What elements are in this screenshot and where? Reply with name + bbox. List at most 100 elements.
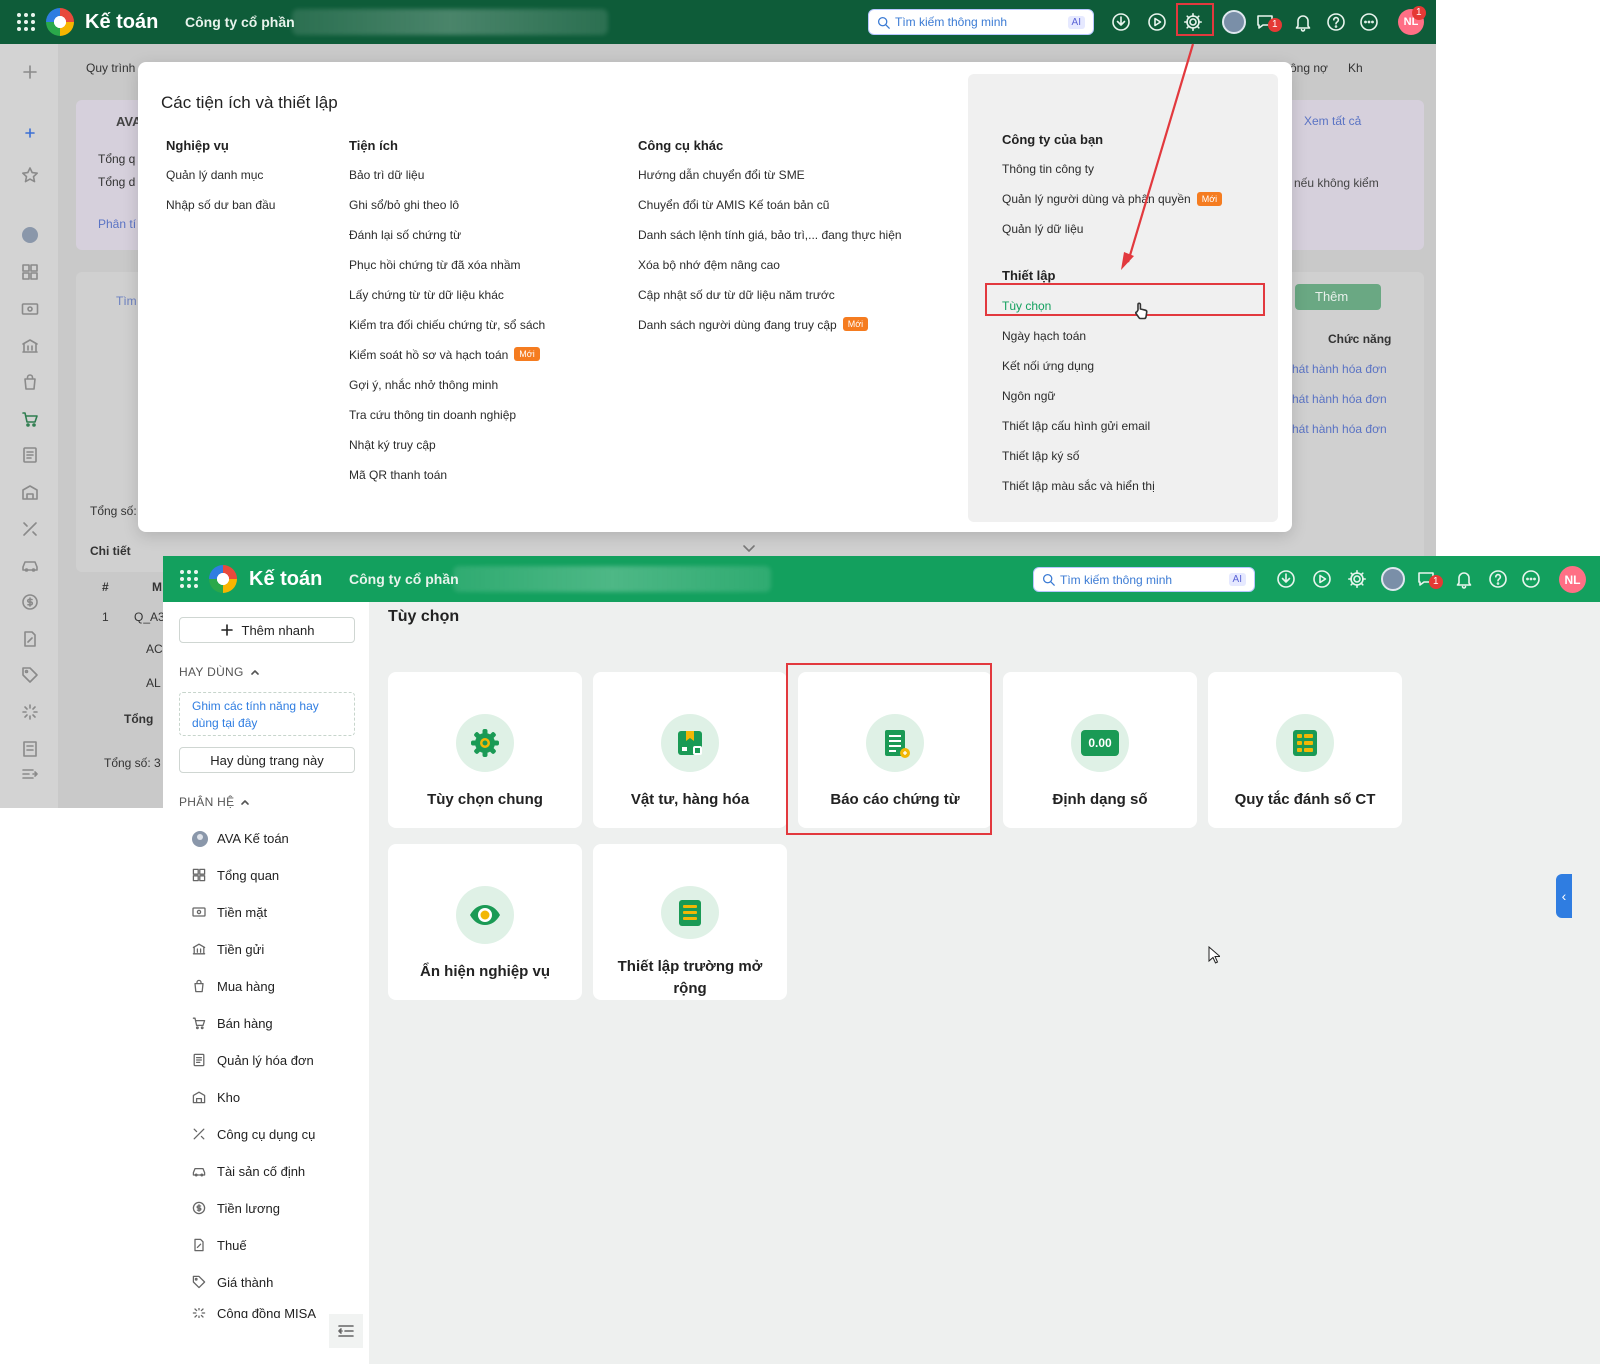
menu-item[interactable]: Ngày hạch toán <box>1002 329 1086 343</box>
tools-icon <box>191 1126 207 1142</box>
plus-icon[interactable] <box>20 62 40 82</box>
help-icon[interactable] <box>1325 11 1347 33</box>
pin-hint[interactable]: Ghim các tính năng hay dùng tại đây <box>179 692 355 736</box>
phan-he-section[interactable]: PHÂN HỆ <box>179 795 250 809</box>
warehouse-icon[interactable] <box>20 482 40 502</box>
smart-search-input[interactable]: Tìm kiếm thông minh AI <box>1033 567 1255 592</box>
sidebar-item-tien-mat[interactable]: Tiền mặt <box>191 904 267 920</box>
hay-dung-section[interactable]: HAY DÙNG <box>179 665 260 679</box>
menu-item[interactable]: Nhật ký truy cập <box>349 437 545 467</box>
menu-item[interactable]: Ghi sổ/bỏ ghi theo lô <box>349 197 545 227</box>
tax-icon[interactable] <box>20 629 40 649</box>
card-vat-tu-hang-hoa[interactable]: Vật tư, hàng hóa <box>593 672 787 828</box>
menu-item[interactable]: Xóa bộ nhớ đệm nâng cao <box>638 257 902 287</box>
play-icon[interactable] <box>1146 11 1168 33</box>
download-icon[interactable] <box>1275 568 1297 590</box>
bell-icon[interactable] <box>1292 11 1314 33</box>
shopping-bag-icon[interactable] <box>20 372 40 392</box>
sidebar-item-thue[interactable]: Thuế <box>191 1237 247 1253</box>
sidebar-item-ava[interactable]: AVA Kế toán <box>191 830 289 847</box>
sidebar-item-cong-dong-misa[interactable]: Cộng đồng MISA <box>191 1308 316 1318</box>
card-thiet-lap-truong-mo-rong[interactable]: Thiết lập trường mở rộng <box>593 844 787 1000</box>
card-dinh-dang-so[interactable]: 0.00 Định dạng số <box>1003 672 1197 828</box>
menu-item[interactable]: Kiểm soát hồ sơ và hạch toán Mới <box>349 347 545 377</box>
settings-gear-icon[interactable] <box>1346 568 1368 590</box>
cart-icon[interactable] <box>20 409 40 429</box>
collapse-sidebar-icon[interactable] <box>329 1314 363 1348</box>
menu-item[interactable]: Quản lý dữ liệu <box>1002 222 1083 236</box>
invoice-icon <box>191 1052 207 1068</box>
price-tag-icon[interactable] <box>20 665 40 685</box>
menu-item[interactable]: Bảo trì dữ liệu <box>349 167 545 197</box>
cash-icon[interactable] <box>20 299 40 319</box>
sidebar-item-quan-ly-hoa-don[interactable]: Quản lý hóa đơn <box>191 1052 314 1068</box>
car-icon[interactable] <box>20 555 40 575</box>
play-icon[interactable] <box>1311 568 1333 590</box>
apps-grid-icon[interactable] <box>180 570 198 588</box>
menu-item[interactable]: Cập nhật số dư từ dữ liệu năm trước <box>638 287 902 317</box>
menu-item[interactable]: Kết nối ứng dụng <box>1002 359 1094 373</box>
dashboard-icon[interactable] <box>20 262 40 282</box>
menu-item[interactable]: Thông tin công ty <box>1002 162 1094 176</box>
salary-icon[interactable] <box>20 592 40 612</box>
right-panel-toggle[interactable]: ‹ <box>1556 874 1572 918</box>
menu-item[interactable]: Thiết lập màu sắc và hiển thị <box>1002 479 1155 493</box>
bank-icon[interactable] <box>20 336 40 356</box>
menu-item[interactable]: Mã QR thanh toán <box>349 467 545 497</box>
menu-item[interactable]: Danh sách người dùng đang truy cập Mới <box>638 317 902 347</box>
sidebar-item-tien-luong[interactable]: Tiền lương <box>191 1200 280 1216</box>
more-icon[interactable] <box>1358 11 1380 33</box>
card-tuy-chon-chung[interactable]: Tùy chọn chung <box>388 672 582 828</box>
invoice-icon[interactable] <box>20 445 40 465</box>
card-quy-tac-danh-so-ct[interactable]: Quy tắc đánh số CT <box>1208 672 1402 828</box>
sidebar-item-tien-gui[interactable]: Tiền gửi <box>191 941 264 957</box>
ava-avatar[interactable] <box>1381 567 1405 591</box>
collapse-rail-icon[interactable] <box>20 764 40 784</box>
sidebar-item-tai-san-co-dinh[interactable]: Tài sản cố định <box>191 1163 305 1179</box>
tuy-chon-highlight-box <box>985 283 1265 316</box>
hay-dung-trang-nay-button[interactable]: Hay dùng trang này <box>179 747 355 773</box>
download-icon[interactable] <box>1110 11 1132 33</box>
menu-item[interactable]: Đánh lại số chứng từ <box>349 227 545 257</box>
report-icon[interactable] <box>20 739 40 759</box>
sidebar-item-gia-thanh[interactable]: Giá thành <box>191 1274 273 1290</box>
menu-item[interactable]: Quản lý danh mục <box>166 167 275 197</box>
menu-item[interactable]: Chuyển đổi từ AMIS Kế toán bản cũ <box>638 197 902 227</box>
menu-item[interactable]: Danh sách lệnh tính giá, bảo trì,... đan… <box>638 227 902 257</box>
card-an-hien-nghiep-vu[interactable]: Ẩn hiện nghiệp vụ <box>388 844 582 1000</box>
ava-icon[interactable] <box>20 225 40 245</box>
sidebar-item-mua-hang[interactable]: Mua hàng <box>191 978 275 994</box>
menu-item[interactable]: Gợi ý, nhắc nhở thông minh <box>349 377 545 407</box>
menu-item[interactable]: Hướng dẫn chuyển đổi từ SME <box>638 167 902 197</box>
tools-icon[interactable] <box>20 519 40 539</box>
company-name: Công ty cổ phần <box>349 571 459 587</box>
bg-detail-area: Chi tiết # M 1 Q_A3 AC AL Tổng Tổng số: … <box>76 536 176 786</box>
sidebar-item-kho[interactable]: Kho <box>191 1089 240 1105</box>
community-icon[interactable] <box>20 702 40 722</box>
sidebar-item-cong-cu-dung-cu[interactable]: Công cụ dụng cụ <box>191 1126 315 1142</box>
menu-item[interactable]: Quản lý người dùng và phân quyền Mới <box>1002 192 1223 206</box>
menu-item[interactable]: Thiết lập ký số <box>1002 449 1079 463</box>
collapse-chevron-icon[interactable] <box>742 544 756 554</box>
add-icon[interactable] <box>20 123 40 143</box>
ava-avatar[interactable] <box>1222 10 1246 34</box>
app-title: Kế toán <box>249 568 323 590</box>
menu-item[interactable]: Nhập số dư ban đầu <box>166 197 275 227</box>
more-icon[interactable] <box>1520 568 1542 590</box>
smart-search-input[interactable]: Tìm kiếm thông minh AI <box>868 9 1094 35</box>
menu-item[interactable]: Phục hồi chứng từ đã xóa nhầm <box>349 257 545 287</box>
quick-add-button[interactable]: Thêm nhanh <box>179 617 355 643</box>
sidebar: Thêm nhanh HAY DÙNG Ghim các tính năng h… <box>163 602 369 1364</box>
help-icon[interactable] <box>1487 568 1509 590</box>
apps-grid-icon[interactable] <box>17 13 35 31</box>
bell-icon[interactable] <box>1453 568 1475 590</box>
user-avatar-nl[interactable]: NL <box>1559 566 1586 593</box>
menu-item[interactable]: Thiết lập cấu hình gửi email <box>1002 419 1150 433</box>
star-icon[interactable] <box>20 165 40 185</box>
menu-item[interactable]: Lấy chứng từ từ dữ liệu khác <box>349 287 545 317</box>
menu-item[interactable]: Tra cứu thông tin doanh nghiệp <box>349 407 545 437</box>
sidebar-item-tong-quan[interactable]: Tổng quan <box>191 867 279 883</box>
sidebar-item-ban-hang[interactable]: Bán hàng <box>191 1015 273 1031</box>
menu-item[interactable]: Kiểm tra đối chiếu chứng từ, sổ sách <box>349 317 545 347</box>
menu-item[interactable]: Ngôn ngữ <box>1002 389 1055 403</box>
